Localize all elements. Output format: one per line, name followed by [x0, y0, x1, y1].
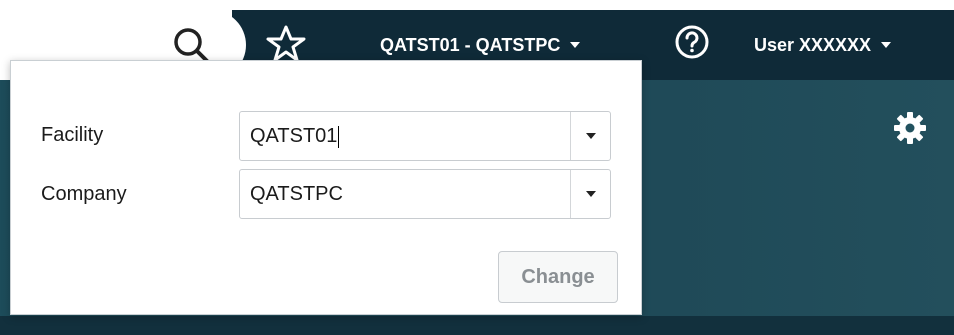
change-button[interactable]: Change: [498, 251, 618, 303]
user-label: User XXXXXX: [754, 34, 872, 55]
facility-input[interactable]: QATST01: [250, 125, 340, 148]
gear-icon[interactable]: [892, 110, 928, 146]
context-popup: Facility QATST01 Company QATSTPC Change: [10, 60, 642, 315]
company-combobox[interactable]: QATSTPC: [239, 169, 611, 219]
company-dropdown-button[interactable]: [571, 170, 611, 218]
user-menu[interactable]: User XXXXXX: [754, 30, 892, 60]
context-switch[interactable]: QATST01 - QATSTPC: [380, 30, 581, 60]
star-icon[interactable]: [266, 24, 306, 64]
context-label: QATST01 - QATSTPC: [380, 34, 561, 55]
chevron-down-icon: [570, 42, 581, 48]
facility-label: Facility: [41, 124, 104, 146]
facility-combobox[interactable]: QATST01: [239, 111, 611, 161]
company-value: QATSTPC: [250, 183, 343, 205]
facility-value: QATST01: [250, 125, 338, 147]
help-icon[interactable]: [674, 24, 710, 60]
facility-dropdown-button[interactable]: [571, 112, 611, 160]
chevron-down-icon: [881, 42, 892, 48]
background-stripe: [0, 316, 954, 335]
company-label: Company: [41, 183, 127, 205]
text-cursor: [338, 125, 340, 148]
